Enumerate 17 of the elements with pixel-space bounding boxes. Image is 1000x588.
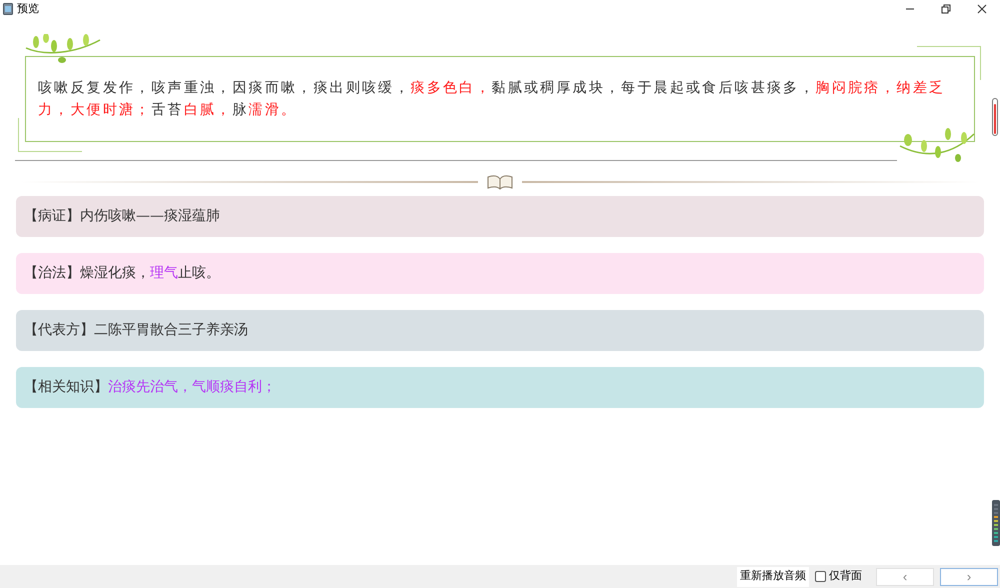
window-title: 预览 <box>17 2 39 17</box>
next-button[interactable]: › <box>940 568 998 586</box>
card-text: 【相关知识】治痰先治气，气顺痰自利； <box>24 378 276 397</box>
app-icon <box>3 3 13 15</box>
card-text: 【病证】内伤咳嗽——痰湿蕴肺 <box>24 207 220 226</box>
close-icon <box>977 4 987 14</box>
card-text: 【治法】燥湿化痰，理气止咳。 <box>24 264 220 283</box>
previous-button[interactable]: ‹ <box>876 568 934 586</box>
level-meter-icon <box>992 500 1000 546</box>
replay-audio-button[interactable]: 重新播放音频 <box>737 566 809 586</box>
scrollbar-thumb[interactable] <box>992 98 998 136</box>
back-only-checkbox[interactable] <box>815 571 826 582</box>
symptom-paragraph: 咳嗽反复发作，咳声重浊，因痰而嗽，痰出则咳缓，痰多色白，黏腻或稠厚成块，每于晨起或食后咳甚痰多，胸闷脘痞，纳差乏力，大便时溏；舌苔 白腻，脉濡滑。 <box>38 79 946 120</box>
restore-icon <box>941 4 951 14</box>
card-text: 【代表方】二陈平胃散合三子养亲汤 <box>24 321 248 340</box>
checkbox-label: 仅背面 <box>829 568 862 584</box>
open-book-icon <box>486 174 514 190</box>
